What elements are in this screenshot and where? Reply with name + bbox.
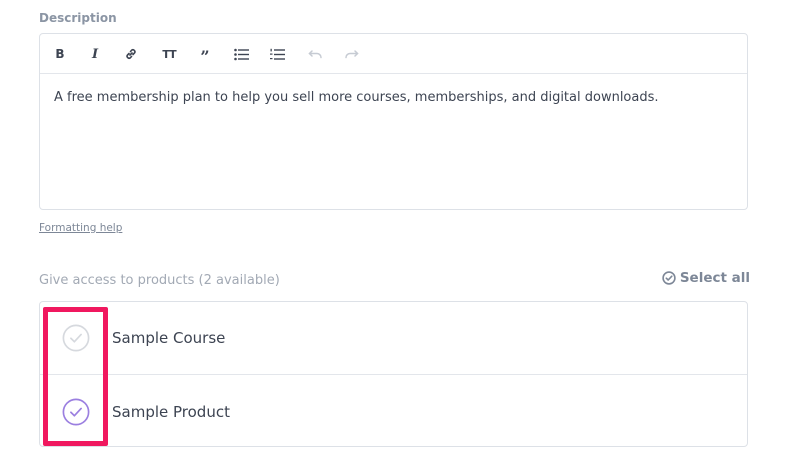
- quote-icon: ”: [200, 46, 210, 66]
- undo-button[interactable]: [305, 44, 325, 64]
- link-icon: [126, 49, 136, 59]
- description-label: Description: [39, 11, 117, 25]
- select-all-label: Select all: [679, 270, 750, 286]
- check-circle-icon: [62, 398, 90, 425]
- product-row-sample-course[interactable]: Sample Course: [40, 302, 747, 374]
- heading-button[interactable]: TT: [159, 44, 179, 64]
- description-editor[interactable]: B I TT ” A free membership plan to help …: [39, 33, 748, 210]
- product-list: Sample Course Sample Product: [39, 301, 748, 447]
- product-name: Sample Course: [112, 329, 226, 347]
- bulleted-list-button[interactable]: [231, 44, 251, 64]
- check-circle-icon: [662, 271, 676, 285]
- undo-icon: [307, 50, 322, 59]
- product-name: Sample Product: [112, 402, 230, 421]
- product-row-sample-product[interactable]: Sample Product: [40, 374, 747, 448]
- bulleted-list-icon: [233, 48, 249, 60]
- product-checkbox[interactable]: [62, 398, 90, 426]
- select-all-button[interactable]: Select all: [662, 270, 750, 286]
- heading-icon: TT: [162, 47, 176, 61]
- redo-icon: [344, 50, 359, 59]
- editor-toolbar: B I TT ”: [40, 34, 747, 74]
- bold-icon: B: [55, 47, 65, 61]
- description-text[interactable]: A free membership plan to help you sell …: [54, 89, 733, 107]
- italic-icon: I: [91, 46, 99, 62]
- formatting-help-link[interactable]: Formatting help: [39, 222, 122, 234]
- bold-button[interactable]: B: [50, 44, 70, 64]
- quote-button[interactable]: ”: [195, 44, 215, 64]
- link-button[interactable]: [121, 44, 141, 64]
- italic-button[interactable]: I: [85, 44, 105, 64]
- access-products-label: Give access to products (2 available): [39, 273, 280, 288]
- numbered-list-icon: [269, 48, 285, 60]
- product-checkbox[interactable]: [62, 324, 90, 352]
- redo-button[interactable]: [341, 44, 361, 64]
- check-circle-icon: [62, 324, 90, 352]
- numbered-list-button[interactable]: [267, 44, 287, 64]
